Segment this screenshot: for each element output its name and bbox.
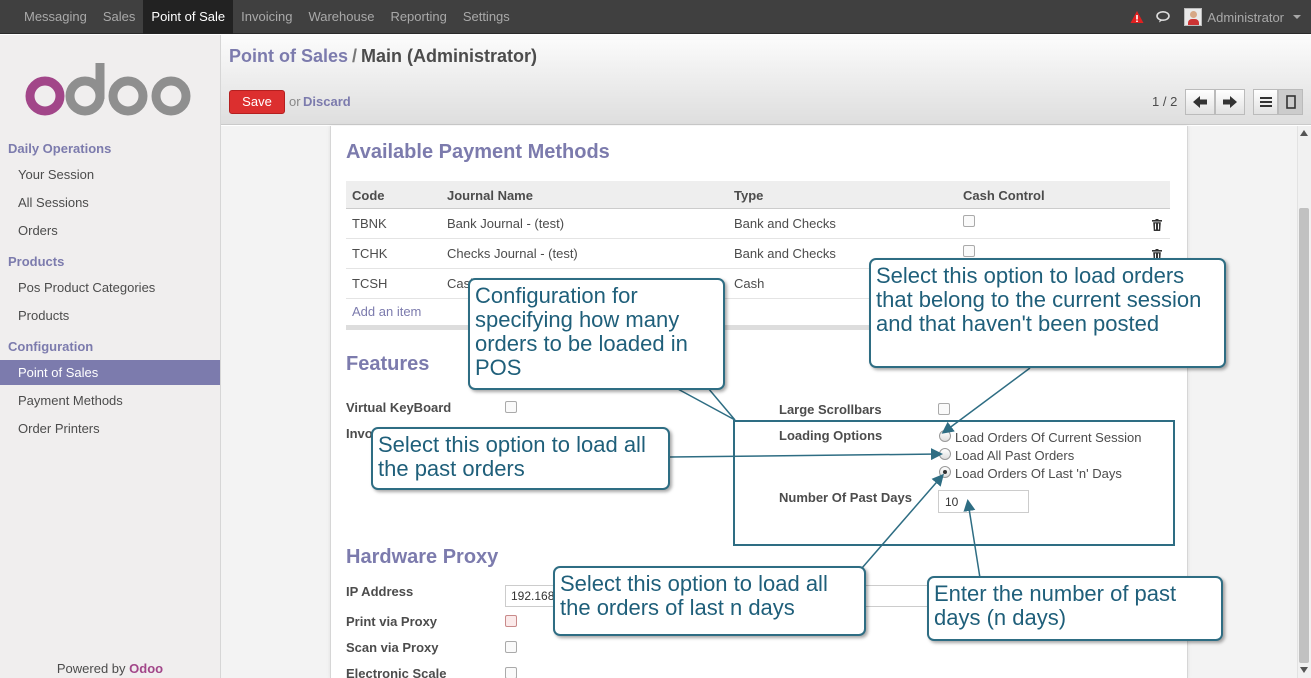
electronic-scale-checkbox[interactable] [505,667,517,678]
chat-icon[interactable] [1156,10,1172,24]
cell-journal: Checks Journal - (test) [447,246,578,261]
virtual-keyboard-label: Virtual KeyBoard [346,400,452,415]
arrow-right-icon [1223,96,1237,108]
menu-point-of-sale[interactable]: Point of Sale [143,0,234,34]
column-code[interactable]: Code [352,188,385,203]
sidebar-item-pos-product-categories[interactable]: Pos Product Categories [0,275,220,300]
sidebar-item-all-sessions[interactable]: All Sessions [0,190,220,215]
odoo-logo [25,63,191,116]
cash-control-checkbox [963,245,975,257]
cell-journal: Bank Journal - (test) [447,216,565,231]
electronic-scale-label: Electronic Scale [346,666,447,678]
cell-type: Bank and Checks [734,246,836,261]
ip-address-label: IP Address [346,584,414,599]
cell-code: TBNK [352,216,387,231]
column-journal-name[interactable]: Journal Name [447,188,533,203]
list-view-button[interactable] [1253,89,1278,115]
save-button[interactable]: Save [229,90,285,114]
pager-next-button[interactable] [1215,89,1245,115]
powered-by-brand[interactable]: Odoo [129,661,163,676]
or-text: or [289,94,301,109]
scrollbar-thumb[interactable] [1299,208,1309,663]
loading-options-highlight [733,420,1175,546]
menu-sales[interactable]: Sales [95,0,144,34]
menu-reporting[interactable]: Reporting [382,0,454,34]
column-type[interactable]: Type [734,188,763,203]
user-area: Administrator [1130,0,1301,34]
sidebar-section-products: Products [8,254,65,269]
user-name: Administrator [1207,9,1284,25]
callout-all-past: Select this option to load all the past … [371,427,670,490]
sidebar-section-daily-operations: Daily Operations [8,141,112,156]
scroll-up-icon[interactable] [1300,130,1308,136]
table-header: Code Journal Name Type Cash Control [346,181,1170,209]
sidebar-section-configuration: Configuration [8,339,94,354]
menu-messaging[interactable]: Messaging [16,0,95,34]
cell-code: TCHK [352,246,388,261]
callout-config: Configuration for specifying how many or… [468,278,725,390]
powered-by-text: Powered by [56,661,126,676]
cell-code: TCSH [352,276,388,291]
callout-current-session: Select this option to load orders that b… [869,258,1226,368]
add-an-item-link[interactable]: Add an item [352,304,421,319]
discard-button[interactable]: Discard [303,94,351,109]
column-cash-control[interactable]: Cash Control [963,188,1045,203]
sidebar [0,35,221,678]
payment-methods-title: Available Payment Methods [346,141,610,163]
breadcrumb: Point of Sales / Main (Administrator) [229,46,537,67]
callout-num-days: Enter the number of past days (n days) [927,576,1223,641]
sidebar-item-payment-methods[interactable]: Payment Methods [0,388,220,413]
cell-type: Bank and Checks [734,216,836,231]
breadcrumb-current: Main (Administrator) [361,46,538,66]
scroll-down-icon[interactable] [1300,667,1308,673]
warning-icon[interactable] [1130,10,1144,24]
breadcrumb-parent[interactable]: Point of Sales [229,46,348,66]
top-navbar: Messaging Sales Point of Sale Invoicing … [0,0,1311,34]
scan-via-proxy-checkbox[interactable] [505,641,517,653]
cell-type: Cash [734,276,765,291]
callout-last-n-days: Select this option to load all the order… [553,566,866,636]
features-title: Features [346,353,430,375]
sidebar-item-point-of-sales[interactable]: Point of Sales [0,360,220,385]
sidebar-item-your-session[interactable]: Your Session [0,162,220,187]
large-scrollbars-checkbox[interactable] [938,403,950,415]
menu-warehouse[interactable]: Warehouse [300,0,382,34]
invoicing-label: Invo [346,426,373,441]
pager-value[interactable]: 1 / 2 [1152,94,1177,109]
main-menu: Messaging Sales Point of Sale Invoicing … [16,0,518,34]
menu-invoicing[interactable]: Invoicing [233,0,300,34]
sidebar-item-orders[interactable]: Orders [0,218,220,243]
control-panel: Point of Sales / Main (Administrator) Save… [221,35,1311,125]
print-via-proxy-label: Print via Proxy [346,614,438,629]
sidebar-item-products[interactable]: Products [0,303,220,328]
arrow-left-icon [1193,96,1207,108]
form-view-button[interactable] [1278,89,1303,115]
hardware-proxy-title: Hardware Proxy [346,546,499,568]
print-via-proxy-checkbox[interactable] [505,615,517,627]
breadcrumb-separator: / [352,46,358,66]
cash-control-checkbox [963,215,975,227]
virtual-keyboard-checkbox[interactable] [505,401,517,413]
trash-icon[interactable] [1152,219,1162,231]
avatar [1184,8,1203,26]
scan-via-proxy-label: Scan via Proxy [346,640,439,655]
table-row[interactable]: TBNK Bank Journal - (test) Bank and Chec… [346,209,1170,239]
user-menu[interactable]: Administrator [1184,8,1301,26]
list-icon [1259,97,1272,107]
large-scrollbars-label: Large Scrollbars [779,402,882,417]
chevron-down-icon [1293,15,1301,19]
pager-previous-button[interactable] [1185,89,1215,115]
powered-by: Powered by Odoo [0,661,220,676]
form-icon [1285,95,1296,109]
sidebar-item-order-printers[interactable]: Order Printers [0,416,220,441]
menu-settings[interactable]: Settings [455,0,518,34]
